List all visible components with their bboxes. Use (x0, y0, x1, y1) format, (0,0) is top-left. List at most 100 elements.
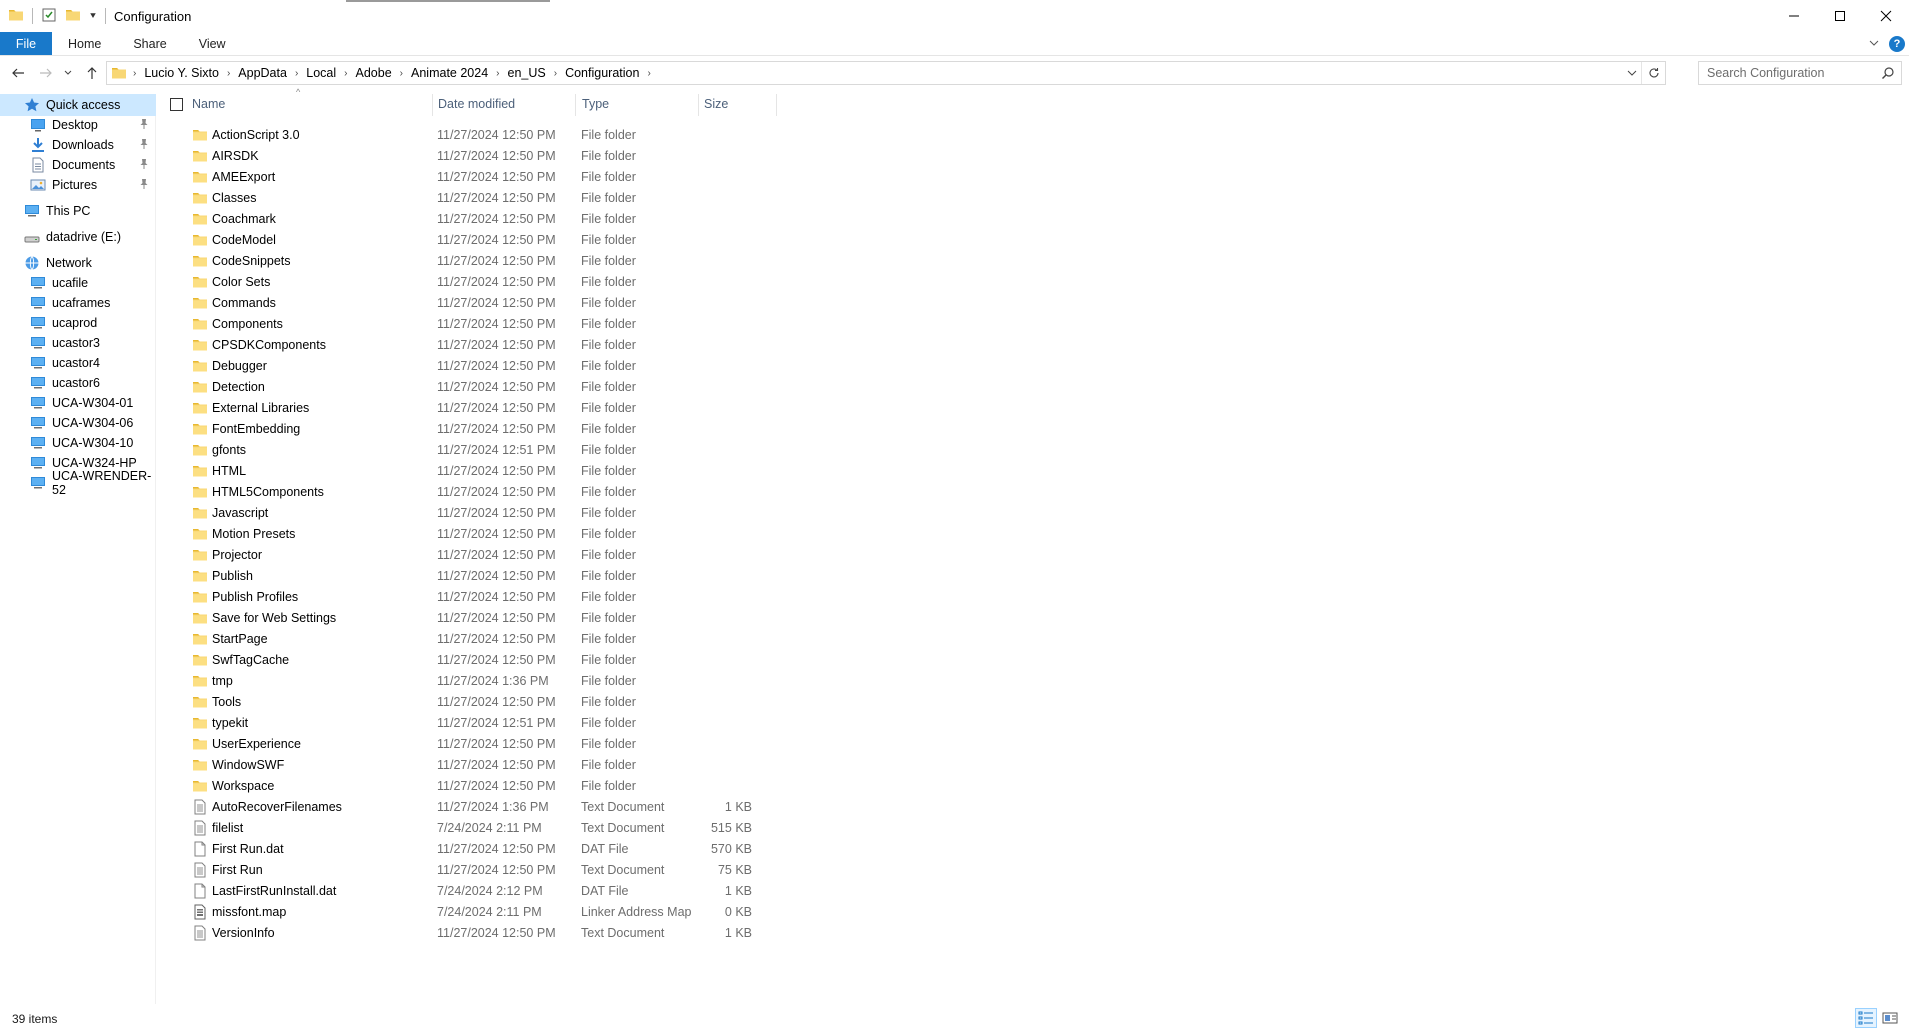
breadcrumb-local[interactable]: Local (300, 66, 342, 80)
new-folder-icon[interactable] (65, 7, 81, 26)
sidebar-item-uca-w304-06[interactable]: UCA-W304-06 (0, 412, 156, 434)
sidebar-item-datadrive-e[interactable]: datadrive (E:) (0, 226, 156, 248)
chevron-right-icon[interactable]: › (131, 68, 138, 79)
tab-home[interactable]: Home (52, 32, 117, 55)
table-row[interactable]: Debugger 11/27/2024 12:50 PM File folder (156, 355, 776, 376)
tab-file[interactable]: File (0, 32, 52, 55)
table-row[interactable]: ActionScript 3.0 11/27/2024 12:50 PM File … (156, 124, 776, 145)
table-row[interactable]: AMEExport 11/27/2024 12:50 PM File folder (156, 166, 776, 187)
sidebar-item-ucafile[interactable]: ucafile (0, 272, 156, 294)
breadcrumb-adobe[interactable]: Adobe (350, 66, 398, 80)
sidebar-item-quick-access[interactable]: Quick access (0, 94, 156, 116)
address-history-button[interactable] (1623, 68, 1641, 78)
address-bar[interactable]: › Lucio Y. Sixto › AppData › Local › Ado… (106, 61, 1666, 85)
large-icons-view-button[interactable] (1879, 1008, 1901, 1028)
table-row[interactable]: LastFirstRunInstall.dat 7/24/2024 2:12 PM… (156, 880, 776, 901)
sidebar-item-ucaprod[interactable]: ucaprod (0, 312, 156, 334)
chevron-right-icon[interactable]: › (552, 68, 559, 79)
breadcrumb-animate[interactable]: Animate 2024 (405, 66, 494, 80)
column-type[interactable]: Type (582, 92, 692, 116)
forward-button[interactable] (36, 60, 56, 86)
table-row[interactable]: HTML 11/27/2024 12:50 PM File folder (156, 460, 776, 481)
search-input[interactable] (1707, 66, 1877, 80)
select-all-checkbox[interactable] (170, 98, 183, 111)
table-row[interactable]: Publish 11/27/2024 12:50 PM File folder (156, 565, 776, 586)
table-row[interactable]: Tools 11/27/2024 12:50 PM File folder (156, 691, 776, 712)
properties-icon[interactable] (41, 7, 57, 26)
table-row[interactable]: Detection 11/27/2024 12:50 PM File folder (156, 376, 776, 397)
column-divider[interactable] (698, 94, 699, 116)
table-row[interactable]: SwfTagCache 11/27/2024 12:50 PM File folde… (156, 649, 776, 670)
table-row[interactable]: First Run 11/27/2024 12:50 PM Text Documen… (156, 859, 776, 880)
table-row[interactable]: Coachmark 11/27/2024 12:50 PM File folder (156, 208, 776, 229)
table-row[interactable]: Javascript 11/27/2024 12:50 PM File folder (156, 502, 776, 523)
sidebar-item-network[interactable]: Network (0, 252, 156, 274)
sidebar-item-desktop[interactable]: Desktop (0, 114, 156, 136)
table-row[interactable]: Motion Presets 11/27/2024 12:50 PM File fo… (156, 523, 776, 544)
table-row[interactable]: StartPage 11/27/2024 12:50 PM File folder (156, 628, 776, 649)
table-row[interactable]: AIRSDK 11/27/2024 12:50 PM File folder (156, 145, 776, 166)
sidebar-item-uca-w304-10[interactable]: UCA-W304-10 (0, 432, 156, 454)
sidebar-item-ucastor6[interactable]: ucastor6 (0, 372, 156, 394)
column-divider[interactable] (575, 94, 576, 116)
minimize-button[interactable] (1771, 0, 1817, 32)
sidebar-item-uca-wrender-52[interactable]: UCA-WRENDER-52 (0, 469, 156, 497)
help-icon[interactable]: ? (1889, 36, 1905, 52)
breadcrumb-locale[interactable]: en_US (502, 66, 552, 80)
sidebar-item-this-pc[interactable]: This PC (0, 200, 156, 222)
table-row[interactable]: tmp 11/27/2024 1:36 PM File folder (156, 670, 776, 691)
table-row[interactable]: First Run.dat 11/27/2024 12:50 PM DAT File… (156, 838, 776, 859)
sidebar-item-ucastor4[interactable]: ucastor4 (0, 352, 156, 374)
tab-share[interactable]: Share (117, 32, 182, 55)
table-row[interactable]: CodeModel 11/27/2024 12:50 PM File folder (156, 229, 776, 250)
back-button[interactable] (8, 60, 28, 86)
column-divider[interactable] (432, 94, 433, 116)
table-row[interactable]: Projector 11/27/2024 12:50 PM File folder (156, 544, 776, 565)
refresh-button[interactable] (1641, 62, 1665, 84)
table-row[interactable]: Publish Profiles 11/27/2024 12:50 PM File … (156, 586, 776, 607)
sidebar-item-uca-w304-01[interactable]: UCA-W304-01 (0, 392, 156, 414)
table-row[interactable]: External Libraries 11/27/2024 12:50 PM Fil… (156, 397, 776, 418)
table-row[interactable]: gfonts 11/27/2024 12:51 PM File folder (156, 439, 776, 460)
breadcrumb-user[interactable]: Lucio Y. Sixto (138, 66, 225, 80)
table-row[interactable]: Components 11/27/2024 12:50 PM File folder (156, 313, 776, 334)
chevron-right-icon[interactable]: › (398, 68, 405, 79)
chevron-right-icon[interactable]: › (293, 68, 300, 79)
table-row[interactable]: typekit 11/27/2024 12:51 PM File folder (156, 712, 776, 733)
table-row[interactable]: VersionInfo 11/27/2024 12:50 PM Text Docum… (156, 922, 776, 943)
tab-view[interactable]: View (183, 32, 242, 55)
details-view-button[interactable] (1855, 1008, 1877, 1028)
table-row[interactable]: FontEmbedding 11/27/2024 12:50 PM File fol… (156, 418, 776, 439)
table-row[interactable]: Workspace 11/27/2024 12:50 PM File folder (156, 775, 776, 796)
table-row[interactable]: filelist 7/24/2024 2:11 PM Text Document 51… (156, 817, 776, 838)
table-row[interactable]: CodeSnippets 11/27/2024 12:50 PM File fold… (156, 250, 776, 271)
close-button[interactable] (1863, 0, 1909, 32)
expand-ribbon-icon[interactable] (1869, 37, 1879, 51)
recent-locations-button[interactable] (62, 60, 74, 86)
table-row[interactable]: Classes 11/27/2024 12:50 PM File folder (156, 187, 776, 208)
sidebar-item-pictures[interactable]: Pictures (0, 174, 156, 196)
column-divider[interactable] (776, 94, 777, 116)
table-row[interactable]: WindowSWF 11/27/2024 12:50 PM File folder (156, 754, 776, 775)
search-box[interactable] (1698, 61, 1902, 85)
column-date-modified[interactable]: Date modified (438, 92, 578, 116)
customize-toolbar-icon[interactable]: ⯆ (89, 11, 97, 22)
sidebar-item-downloads[interactable]: Downloads (0, 134, 156, 156)
table-row[interactable]: AutoRecoverFilenames 11/27/2024 1:36 PM Te… (156, 796, 776, 817)
chevron-right-icon[interactable]: › (645, 68, 652, 79)
breadcrumb-appdata[interactable]: AppData (232, 66, 293, 80)
table-row[interactable]: HTML5Components 11/27/2024 12:50 PM File f… (156, 481, 776, 502)
table-row[interactable]: Save for Web Settings 11/27/2024 12:50 PM… (156, 607, 776, 628)
column-size[interactable]: Size (704, 92, 774, 116)
table-row[interactable]: missfont.map 7/24/2024 2:11 PM Linker Addr… (156, 901, 776, 922)
table-row[interactable]: Commands 11/27/2024 12:50 PM File folder (156, 292, 776, 313)
table-row[interactable]: CPSDKComponents 11/27/2024 12:50 PM File f… (156, 334, 776, 355)
table-row[interactable]: Color Sets 11/27/2024 12:50 PM File folder (156, 271, 776, 292)
table-row[interactable]: UserExperience 11/27/2024 12:50 PM File fo… (156, 733, 776, 754)
chevron-right-icon[interactable]: › (342, 68, 349, 79)
sidebar-item-documents[interactable]: Documents (0, 154, 156, 176)
up-button[interactable] (82, 60, 102, 86)
chevron-right-icon[interactable]: › (225, 68, 232, 79)
maximize-button[interactable] (1817, 0, 1863, 32)
column-name[interactable]: Name (192, 92, 436, 116)
